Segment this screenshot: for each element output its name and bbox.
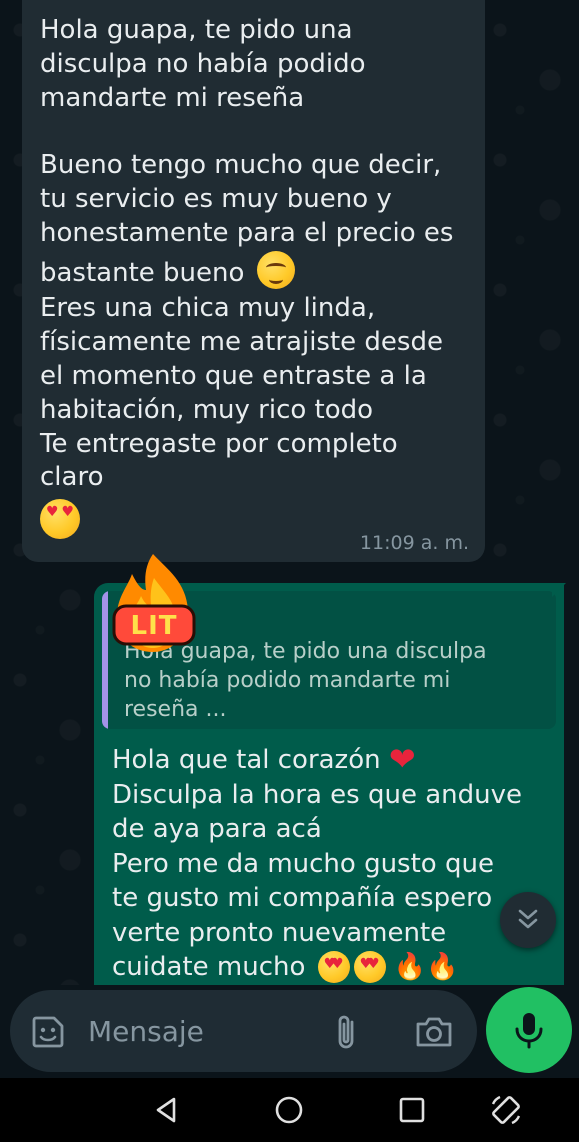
message-timestamp: 11:09 a. m.	[359, 532, 469, 554]
paperclip-icon[interactable]	[332, 1012, 360, 1052]
red-heart-icon: ❤	[388, 740, 416, 778]
system-navigation-bar	[0, 1078, 579, 1142]
incoming-text-1: Hola guapa, te pido una disculpa no habí…	[40, 15, 454, 288]
sticker-icon[interactable]	[30, 1014, 66, 1050]
incoming-text-2: Eres una chica muy linda, físicamente me…	[40, 293, 443, 493]
microphone-icon	[515, 1013, 543, 1049]
fire-icon: 🔥	[393, 952, 427, 982]
outgoing-bubble-tail	[552, 583, 566, 597]
camera-icon[interactable]	[414, 1015, 454, 1049]
message-input-placeholder: Mensaje	[88, 1015, 204, 1048]
sticker-label: LIT	[130, 611, 178, 641]
outgoing-body: Disculpa la hora es que anduve de aya pa…	[112, 779, 523, 983]
outgoing-message-text: Hola que tal corazón ❤ Disculpa la hora …	[102, 729, 556, 985]
rotate-icon[interactable]	[490, 1094, 522, 1126]
lit-fire-sticker-icon: LIT	[108, 548, 198, 658]
message-composer: Mensaje	[0, 985, 579, 1078]
outgoing-line-1: Hola que tal corazón	[112, 745, 381, 775]
chat-area[interactable]: Hola guapa, te pido una disculpa no habí…	[0, 0, 579, 985]
voice-message-button[interactable]	[486, 987, 572, 1073]
smiling-face-with-hearts-icon	[317, 951, 350, 983]
smiling-face-with-hearts-icon	[40, 499, 80, 540]
scroll-to-bottom-button[interactable]	[500, 892, 556, 948]
incoming-message-text-part-2: Eres una chica muy linda, físicamente me…	[40, 292, 467, 495]
fire-icon: 🔥	[426, 952, 459, 982]
incoming-message-bubble[interactable]: Hola guapa, te pido una disculpa no habí…	[22, 0, 485, 562]
smiling-face-savoring-food-icon	[256, 250, 295, 289]
recents-square-icon[interactable]	[396, 1094, 428, 1126]
incoming-message-text-part-1: Hola guapa, te pido una disculpa no habí…	[40, 14, 467, 290]
heart-eyes-icon	[353, 951, 386, 983]
back-triangle-icon[interactable]	[150, 1094, 182, 1126]
message-input[interactable]: Mensaje	[10, 990, 477, 1072]
double-chevron-down-icon	[518, 909, 538, 929]
home-circle-icon[interactable]	[273, 1094, 305, 1126]
